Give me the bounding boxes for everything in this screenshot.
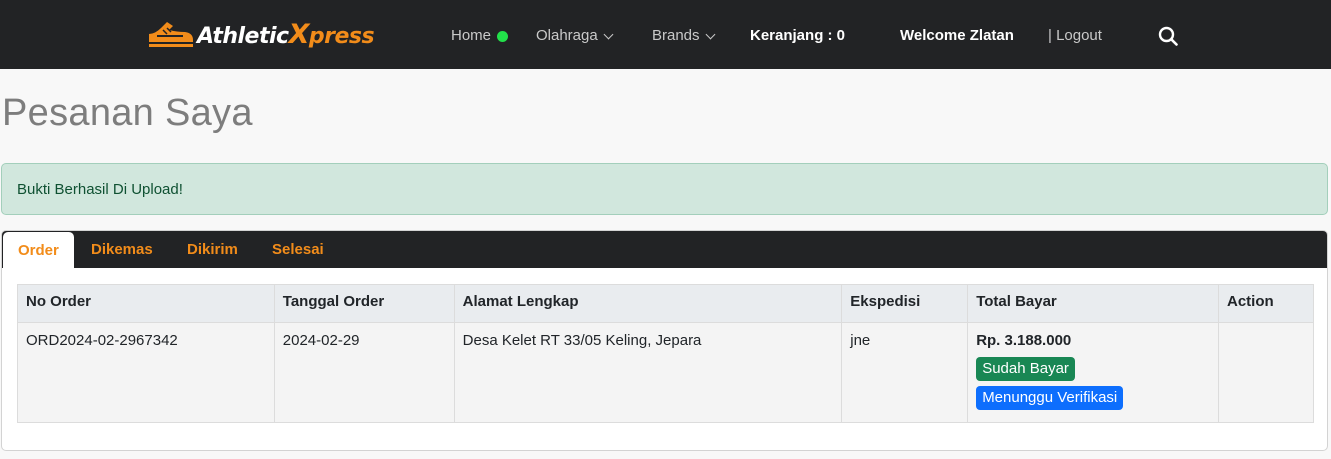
brand-x: X bbox=[288, 18, 310, 50]
page-title: Pesanan Saya bbox=[2, 92, 253, 134]
tab-dikirim[interactable]: Dikirim bbox=[172, 231, 253, 268]
cell-alamat: Desa Kelet RT 33/05 Keling, Jepara bbox=[453, 322, 843, 423]
col-ekspedisi: Ekspedisi bbox=[841, 284, 969, 323]
logout-link[interactable]: | Logout bbox=[1048, 26, 1102, 46]
search-icon[interactable] bbox=[1158, 26, 1178, 46]
col-total-bayar: Total Bayar bbox=[967, 284, 1219, 323]
orders-card: Order Dikemas Dikirim Selesai No Order T… bbox=[1, 230, 1328, 451]
col-no-order: No Order bbox=[17, 284, 275, 323]
nav-home[interactable]: Home bbox=[451, 26, 509, 46]
brand-logo[interactable]: AthleticXpress bbox=[147, 18, 375, 50]
shoe-icon bbox=[149, 22, 193, 47]
table-header-row: No Order Tanggal Order Alamat Lengkap Ek… bbox=[17, 284, 1315, 323]
col-action: Action bbox=[1217, 284, 1315, 323]
nav-olahraga-dropdown[interactable]: Olahraga bbox=[536, 26, 614, 46]
total-amount: Rp. 3.188.000 bbox=[976, 332, 1072, 349]
cell-action bbox=[1217, 322, 1315, 423]
chevron-down-icon bbox=[705, 29, 715, 39]
verification-status-badge: Menunggu Verifikasi bbox=[976, 386, 1124, 410]
nav-brands-dropdown[interactable]: Brands bbox=[652, 26, 715, 46]
cell-no-order: ORD2024-02-2967342 bbox=[17, 322, 275, 423]
table-row: ORD2024-02-2967342 2024-02-29 Desa Kelet… bbox=[17, 322, 1315, 423]
alert-message: Bukti Berhasil Di Upload! bbox=[17, 180, 183, 198]
col-tanggal-order: Tanggal Order bbox=[273, 284, 455, 323]
cell-total-bayar: Rp. 3.188.000 Sudah Bayar Menunggu Verif… bbox=[967, 322, 1219, 423]
cell-ekspedisi: jne bbox=[841, 322, 969, 423]
nav-cart[interactable]: Keranjang : 0 bbox=[750, 26, 845, 46]
col-alamat: Alamat Lengkap bbox=[453, 284, 843, 323]
order-tabs: Order Dikemas Dikirim Selesai bbox=[2, 231, 1327, 269]
navbar: AthleticXpress Home Olahraga Brands Kera… bbox=[0, 0, 1331, 69]
welcome-user: Welcome Zlatan bbox=[900, 27, 1014, 44]
tab-dikemas[interactable]: Dikemas bbox=[76, 231, 168, 268]
brand-prefix: Athletic bbox=[197, 23, 289, 49]
payment-status-badge: Sudah Bayar bbox=[976, 357, 1075, 381]
nav-brands-label: Brands bbox=[652, 27, 700, 44]
cell-tanggal: 2024-02-29 bbox=[273, 322, 455, 423]
chevron-down-icon bbox=[603, 29, 614, 39]
nav-home-label: Home bbox=[451, 27, 492, 44]
tab-order[interactable]: Order bbox=[3, 232, 74, 269]
tab-selesai[interactable]: Selesai bbox=[257, 231, 339, 268]
brand-rest: press bbox=[308, 23, 375, 49]
success-alert: Bukti Berhasil Di Upload! bbox=[1, 163, 1328, 215]
online-indicator-icon bbox=[497, 30, 509, 42]
orders-table: No Order Tanggal Order Alamat Lengkap Ek… bbox=[17, 284, 1315, 423]
nav-olahraga-label: Olahraga bbox=[536, 27, 598, 44]
